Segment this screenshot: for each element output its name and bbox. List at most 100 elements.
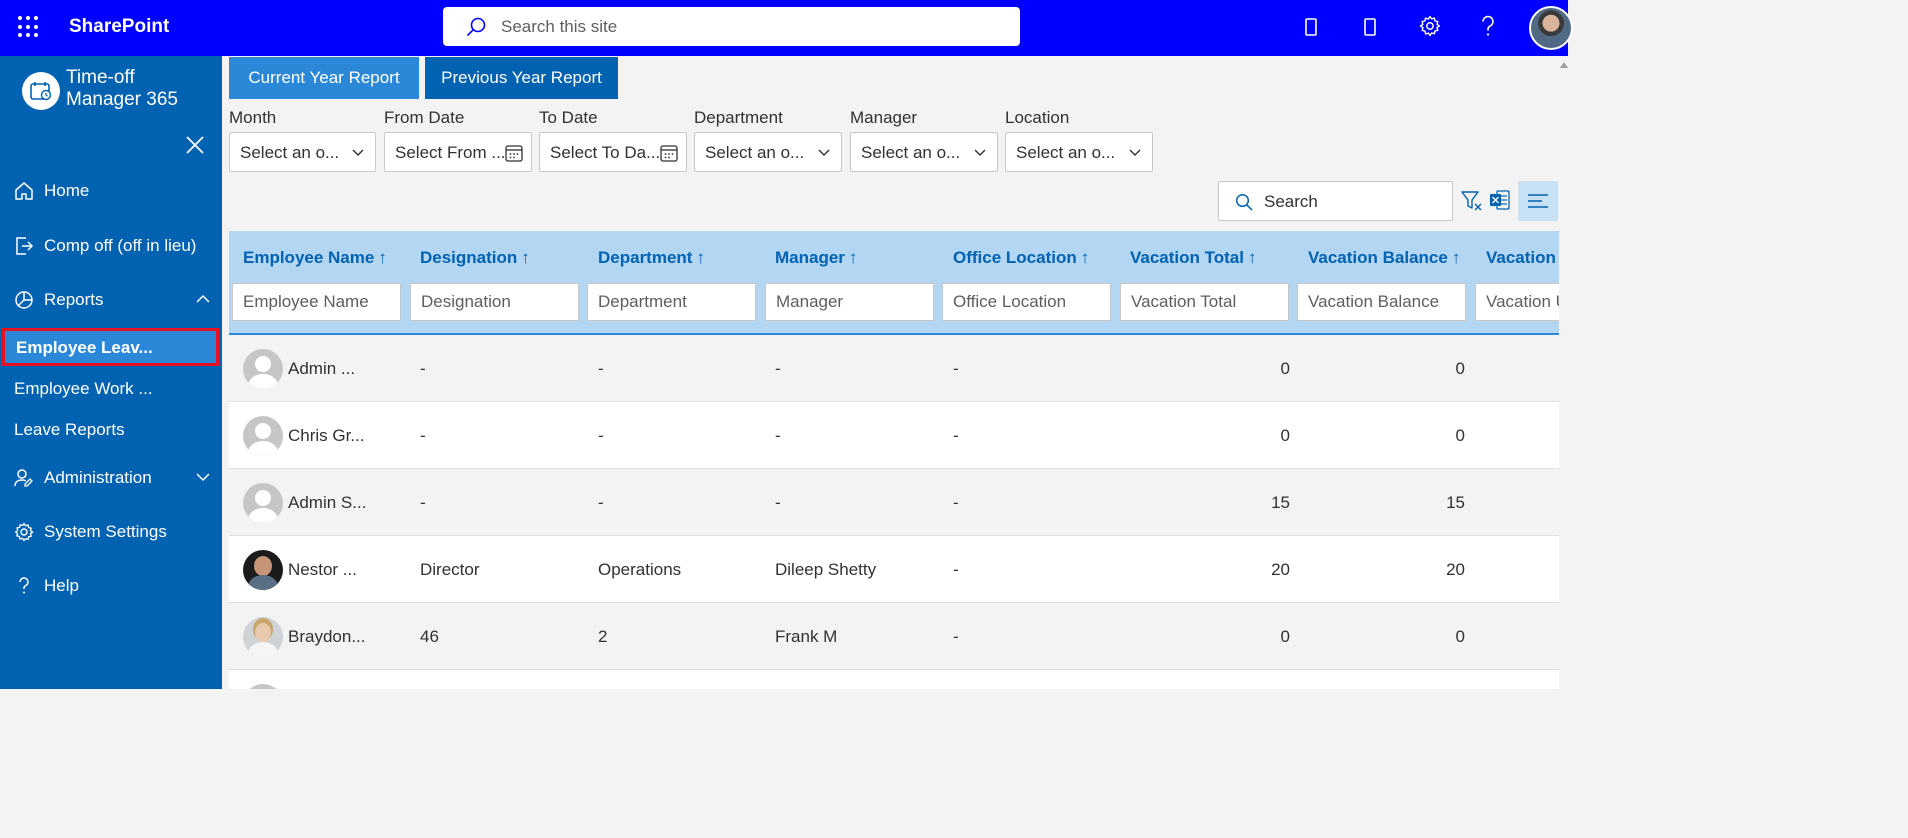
excel-export-icon[interactable]: [1489, 189, 1511, 211]
scroll-up-icon[interactable]: [1560, 62, 1568, 68]
close-icon[interactable]: [184, 134, 206, 156]
nav-employee-leave[interactable]: Employee Leav...: [2, 328, 219, 366]
column-filter-input[interactable]: [1298, 284, 1465, 320]
filter-manager-dropdown[interactable]: Select an o...: [850, 132, 998, 172]
nav-administration[interactable]: Administration: [0, 458, 222, 498]
column-options-button[interactable]: [1518, 181, 1558, 221]
brand-line-1: Time-off: [66, 67, 135, 88]
cell-vacation-total: 15: [1271, 493, 1290, 512]
clear-filter-icon[interactable]: [1461, 190, 1483, 212]
filter-from-date-picker[interactable]: Select From ...: [384, 132, 532, 172]
admin-user-icon: [14, 469, 33, 487]
column-header-vacation[interactable]: Vacation: [1486, 248, 1556, 268]
cell-office-location: -: [953, 359, 959, 378]
nav-comp-off-label: Comp off (off in lieu): [44, 236, 197, 255]
filter-month-label: Month: [229, 108, 277, 127]
nav-employee-work[interactable]: Employee Work ...: [0, 370, 222, 408]
nav-comp-off[interactable]: Comp off (off in lieu): [0, 226, 222, 266]
column-filter-input[interactable]: [233, 284, 400, 320]
grid-search-input[interactable]: Search: [1218, 181, 1453, 221]
search-icon: [466, 17, 486, 37]
chevron-down-icon[interactable]: [196, 472, 210, 482]
cell-designation: -: [420, 359, 426, 378]
site-search-box[interactable]: Search this site: [443, 7, 1020, 46]
column-header-vacation-total[interactable]: Vacation Total ↑: [1130, 248, 1257, 268]
app-name[interactable]: SharePoint: [69, 16, 169, 38]
column-filter-office-location[interactable]: [942, 283, 1111, 321]
tab-current-year[interactable]: Current Year Report: [229, 57, 419, 99]
table-row[interactable]: Chris Gr... - - - - 0 0: [229, 402, 1559, 469]
column-filter-input[interactable]: [588, 284, 755, 320]
filter-to-date-label: To Date: [539, 108, 598, 127]
column-filter-department[interactable]: [587, 283, 756, 321]
cell-employee-name[interactable]: Nestor ...: [288, 560, 357, 580]
column-filter-vacation-balance[interactable]: [1297, 283, 1466, 321]
column-filter-manager[interactable]: [765, 283, 934, 321]
cell-vacation-balance: 15: [1446, 493, 1465, 512]
sort-arrow-icon: ↑: [1080, 248, 1090, 267]
column-header-employee-name[interactable]: Employee Name ↑: [243, 248, 387, 268]
column-filter-input[interactable]: [411, 284, 578, 320]
cell-manager: Dileep Shetty: [775, 560, 877, 579]
tab-previous-year[interactable]: Previous Year Report: [425, 57, 618, 99]
column-filter-input[interactable]: [943, 284, 1110, 320]
sign-out-icon: [16, 237, 34, 255]
mobile-icon[interactable]: [1364, 18, 1376, 36]
cell-employee-name[interactable]: Chris Gr...: [288, 426, 365, 446]
nav-reports-label: Reports: [44, 290, 104, 309]
filter-manager-value: Select an o...: [861, 143, 961, 162]
sort-arrow-icon: ↑: [378, 248, 387, 267]
filter-location-label: Location: [1005, 108, 1070, 127]
table-row[interactable]: [229, 670, 1559, 689]
column-header-label: Vacation: [1486, 248, 1556, 267]
column-filter-employee-name[interactable]: [232, 283, 401, 321]
cell-employee-name[interactable]: Braydon...: [288, 627, 366, 647]
column-filter-vacation[interactable]: [1475, 283, 1559, 321]
cell-office-location: -: [953, 426, 959, 445]
table-row[interactable]: Admin S... - - - - 15 15: [229, 469, 1559, 536]
nav-reports[interactable]: Reports: [0, 280, 222, 320]
cell-employee-name[interactable]: Admin S...: [288, 493, 366, 513]
column-filter-input[interactable]: [1121, 284, 1288, 320]
chevron-up-icon[interactable]: [196, 294, 210, 304]
nav-system-settings[interactable]: System Settings: [0, 512, 222, 552]
cell-employee-name[interactable]: Admin ...: [288, 359, 355, 379]
column-header-manager[interactable]: Manager ↑: [775, 248, 857, 268]
column-filter-vacation-total[interactable]: [1120, 283, 1289, 321]
table-row[interactable]: Nestor ... Director Operations Dileep Sh…: [229, 536, 1559, 603]
chevron-down-icon: [1129, 149, 1141, 156]
employee-avatar: [243, 416, 283, 456]
column-header-office-location[interactable]: Office Location ↑: [953, 248, 1089, 268]
column-header-vacation-balance[interactable]: Vacation Balance ↑: [1308, 248, 1460, 268]
table-row[interactable]: Braydon... 46 2 Frank M - 0 0: [229, 603, 1559, 670]
calendar-icon[interactable]: [505, 144, 523, 162]
user-avatar[interactable]: [1529, 6, 1573, 50]
sort-arrow-icon: ↑: [1248, 248, 1257, 267]
app-launcher-icon[interactable]: [18, 16, 40, 38]
nav-home[interactable]: Home: [0, 171, 222, 211]
filter-department-dropdown[interactable]: Select an o...: [694, 132, 842, 172]
mobile-icon[interactable]: [1305, 18, 1317, 36]
help-icon[interactable]: [1480, 15, 1496, 37]
filter-location-dropdown[interactable]: Select an o...: [1005, 132, 1153, 172]
column-header-designation[interactable]: Designation ↑: [420, 248, 530, 268]
vertical-scrollbar[interactable]: [1559, 56, 1568, 689]
site-search-placeholder: Search this site: [501, 17, 618, 36]
sort-arrow-icon: ↑: [696, 248, 705, 267]
calendar-icon[interactable]: [660, 144, 678, 162]
settings-icon[interactable]: [1419, 15, 1441, 37]
column-filter-input[interactable]: [766, 284, 933, 320]
filter-month-dropdown[interactable]: Select an o...: [229, 132, 376, 172]
cell-vacation-balance: 20: [1446, 560, 1465, 579]
cell-manager: -: [775, 493, 781, 512]
cell-office-location: -: [953, 493, 959, 512]
table-row[interactable]: Admin ... - - - - 0 0: [229, 335, 1559, 402]
column-header-department[interactable]: Department ↑: [598, 248, 705, 268]
column-filter-designation[interactable]: [410, 283, 579, 321]
filter-to-date-picker[interactable]: Select To Da...: [539, 132, 687, 172]
nav-system-settings-label: System Settings: [44, 522, 167, 541]
grid-search-placeholder: Search: [1264, 192, 1318, 211]
nav-help[interactable]: Help: [0, 566, 222, 606]
nav-leave-reports[interactable]: Leave Reports: [0, 411, 222, 449]
column-filter-input[interactable]: [1476, 284, 1559, 320]
